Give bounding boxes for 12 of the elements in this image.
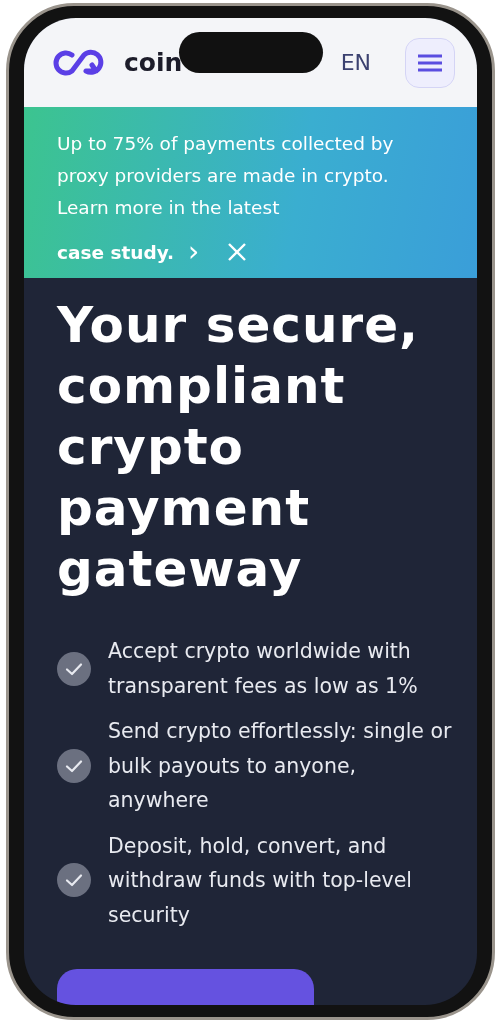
menu-icon [418,53,442,72]
language-selector[interactable]: EN [340,50,371,75]
logo-icon [52,48,106,77]
feature-text: Deposit, hold, convert, and withdraw funds with top-level security [108,832,413,929]
feature-text: Send crypto effortlessly: single or bulk payouts to anyone, anywhere [108,718,453,814]
hero-title: Your secure, compliant crypto payment gateway [57,295,421,600]
chevron-icon: › [188,238,200,266]
menu-button[interactable] [405,37,455,88]
feature-text: Accept crypto worldwide with transparent fees as low as 1% [108,638,419,700]
close-icon[interactable] [227,242,248,262]
banner-text: Up to 75% of payments collected by proxy providers are made in crypto. Learn more in the latest [57,132,395,220]
logo-text: coin [124,48,183,77]
